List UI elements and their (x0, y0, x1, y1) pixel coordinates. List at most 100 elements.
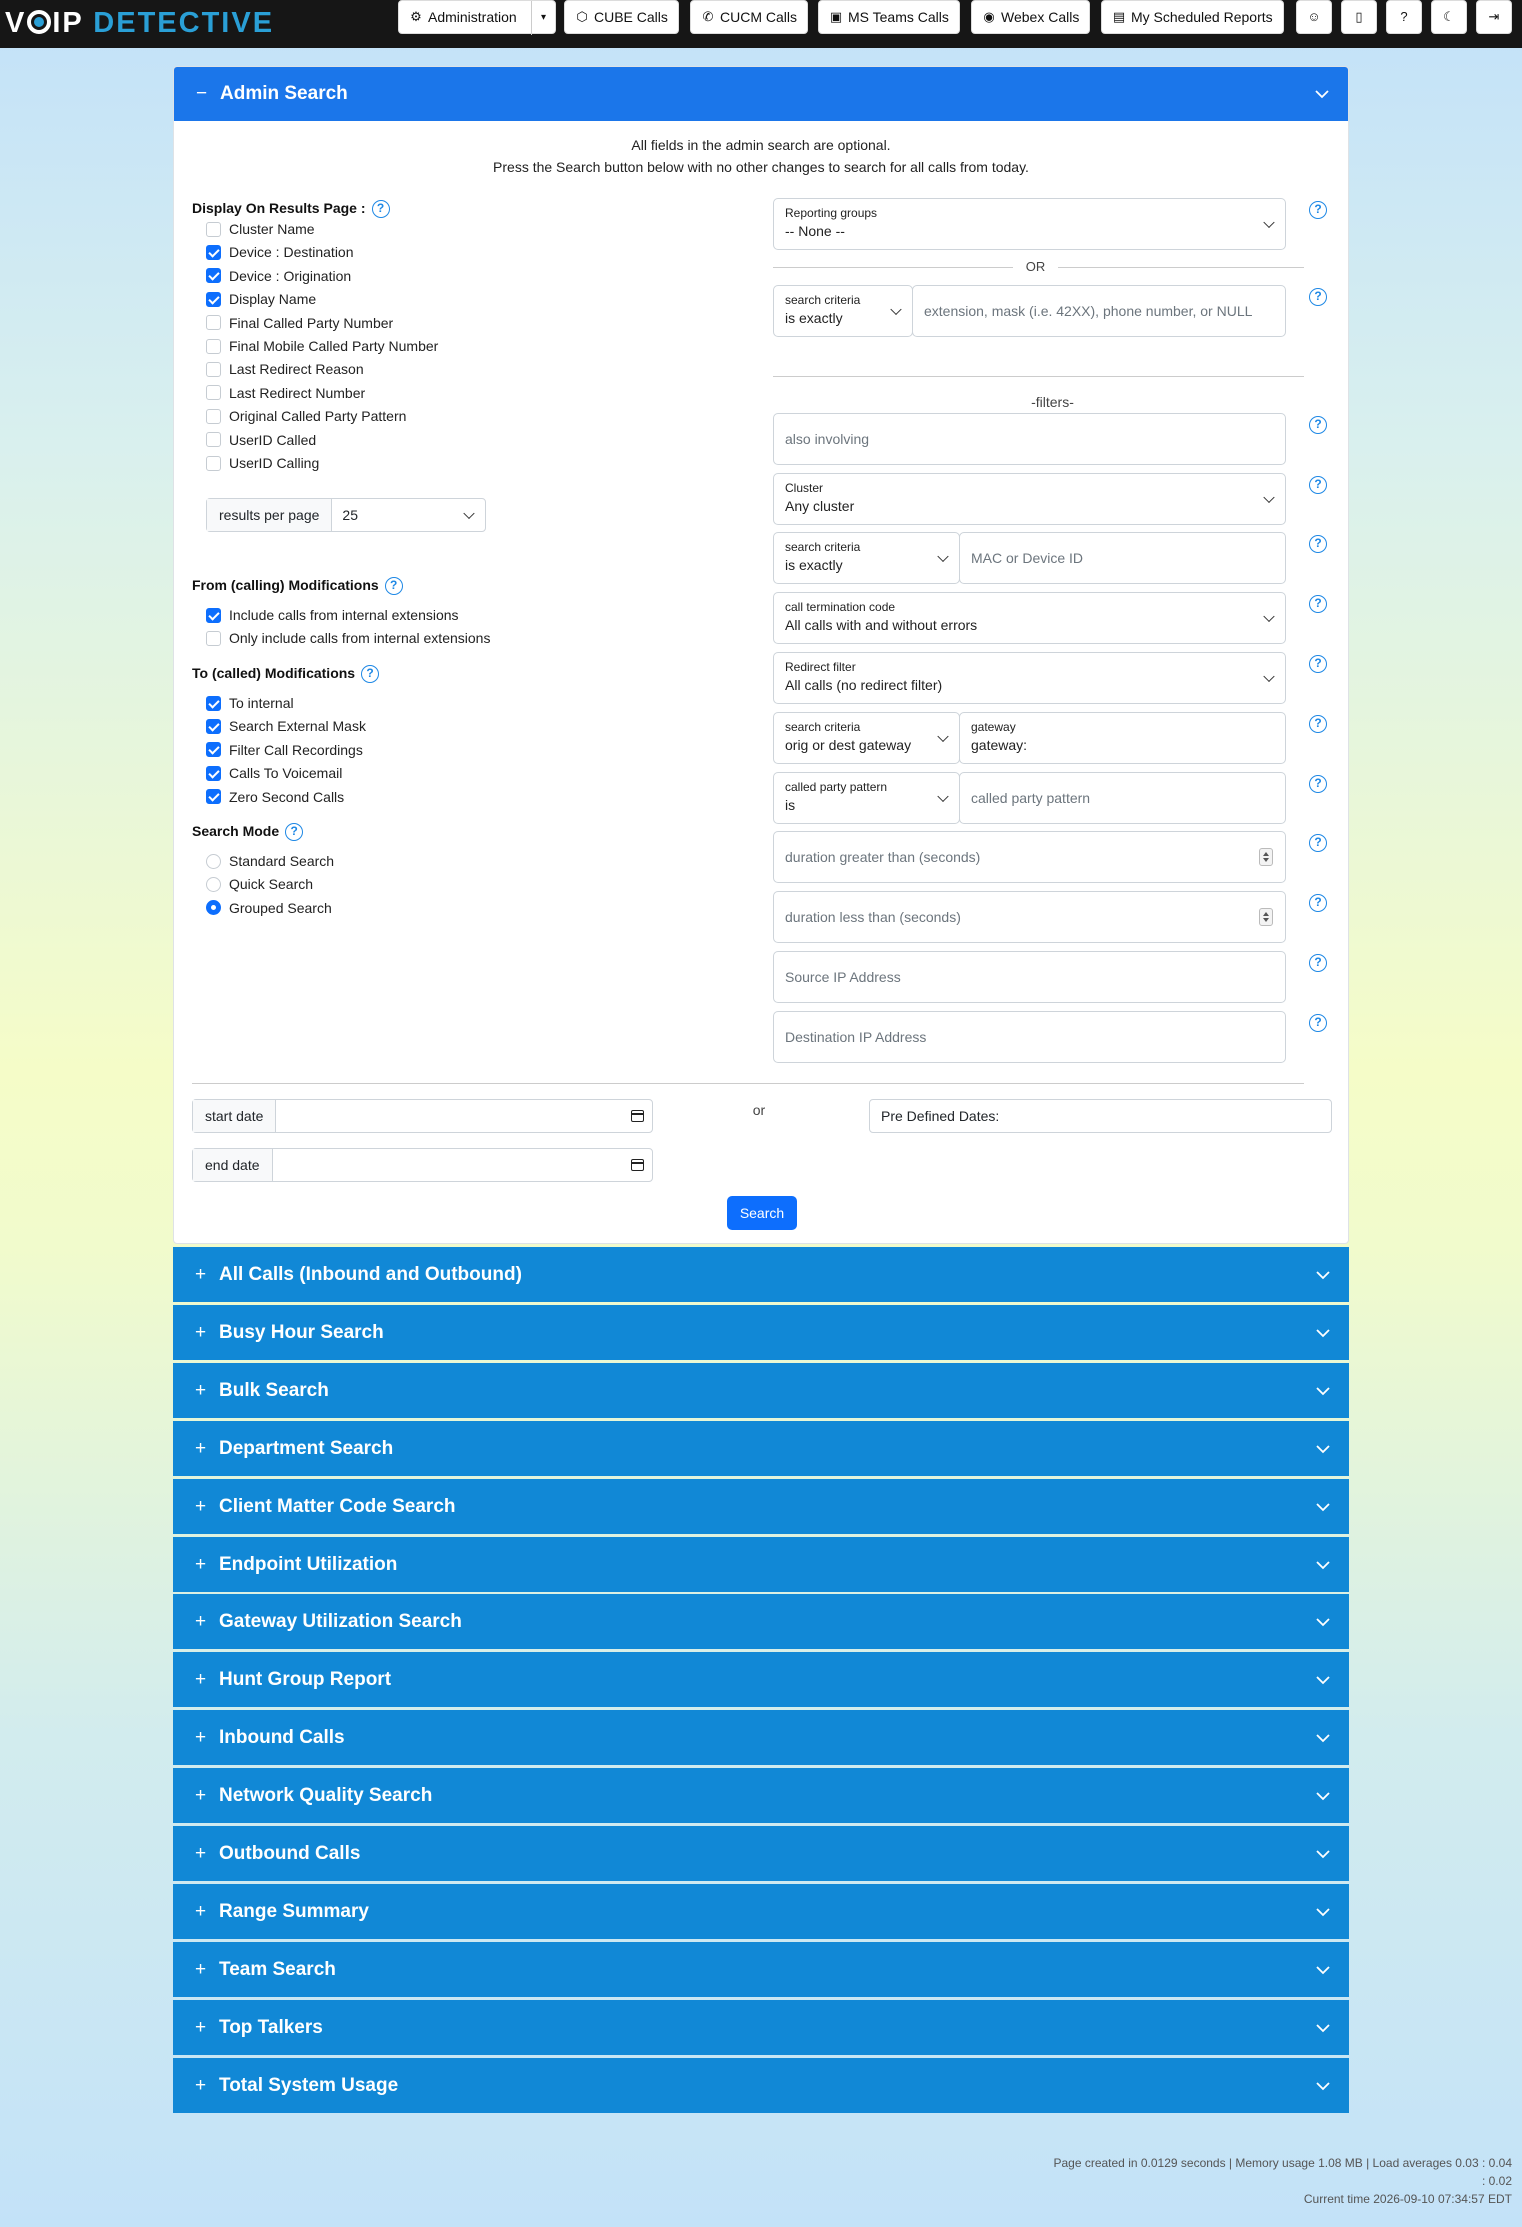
user-button[interactable]: ☺ (1296, 0, 1332, 34)
notes-button[interactable]: ▯ (1341, 0, 1377, 34)
call-termination-select[interactable]: call termination code All calls with and … (773, 592, 1286, 644)
help-icon[interactable]: ? (361, 665, 380, 683)
checkbox-display-options-7[interactable]: Last Redirect Number (206, 383, 365, 403)
checkbox-indicator[interactable] (206, 432, 221, 448)
checkbox-indicator[interactable] (206, 315, 221, 331)
extension-input[interactable]: extension, mask (i.e. 42XX), phone numbe… (912, 285, 1286, 337)
accordion-team-search[interactable]: + Team Search (173, 1941, 1349, 1997)
also-involving-input[interactable]: also involving (773, 413, 1286, 465)
checkbox-display-options-8[interactable]: Original Called Party Pattern (206, 406, 406, 426)
checkbox-indicator[interactable] (206, 291, 221, 307)
checkbox-display-options-3[interactable]: Display Name (206, 289, 316, 309)
radio-indicator[interactable] (206, 853, 221, 869)
help-icon[interactable]: ? (1309, 655, 1327, 673)
checkbox-indicator[interactable] (206, 718, 221, 734)
accordion-endpoint-utilization[interactable]: + Endpoint Utilization (173, 1536, 1349, 1592)
checkbox-indicator[interactable] (206, 607, 221, 623)
device-criteria-select[interactable]: search criteria is exactly (773, 532, 960, 584)
checkbox-display-options-2[interactable]: Device : Origination (206, 266, 351, 286)
accordion-busy-hour-search[interactable]: + Busy Hour Search (173, 1304, 1349, 1360)
search-button[interactable]: Search (727, 1196, 797, 1230)
accordion-department-search[interactable]: + Department Search (173, 1420, 1349, 1476)
checkbox-display-options-5[interactable]: Final Mobile Called Party Number (206, 336, 438, 356)
help-icon[interactable]: ? (1309, 595, 1327, 613)
radio-mode-options-2[interactable]: Grouped Search (206, 898, 332, 918)
calendar-icon[interactable] (631, 1159, 644, 1171)
cucm-calls-button[interactable]: ✆ CUCM Calls (690, 0, 808, 34)
accordion-all-calls-inbound-and-outbound[interactable]: + All Calls (Inbound and Outbound) (173, 1247, 1349, 1302)
help-icon[interactable]: ? (285, 823, 304, 841)
checkbox-indicator[interactable] (206, 244, 221, 260)
help-icon[interactable]: ? (1309, 894, 1327, 912)
help-icon[interactable]: ? (1309, 416, 1327, 434)
administration-button[interactable]: ⚙ Administration ▾ (398, 0, 556, 35)
radio-indicator[interactable] (206, 900, 221, 916)
accordion-inbound-calls[interactable]: + Inbound Calls (173, 1710, 1349, 1766)
accordion-outbound-calls[interactable]: + Outbound Calls (173, 1826, 1349, 1881)
destination-ip-input[interactable]: Destination IP Address (773, 1011, 1286, 1063)
checkbox-indicator[interactable] (206, 408, 221, 424)
accordion-total-system-usage[interactable]: + Total System Usage (173, 2057, 1349, 2113)
checkbox-indicator[interactable] (206, 455, 221, 471)
results-per-page-select[interactable]: 25 (332, 499, 485, 531)
called-party-pattern-input[interactable]: called party pattern (959, 772, 1286, 824)
radio-indicator[interactable] (206, 876, 221, 892)
radio-mode-options-0[interactable]: Standard Search (206, 851, 334, 871)
checkbox-indicator[interactable] (206, 765, 221, 781)
duration-less-input[interactable]: duration less than (seconds) (773, 891, 1286, 943)
checkbox-indicator[interactable] (206, 630, 221, 646)
help-icon[interactable]: ? (1309, 535, 1327, 553)
checkbox-indicator[interactable] (206, 361, 221, 377)
start-date-input[interactable] (276, 1100, 652, 1132)
duration-greater-input[interactable]: duration greater than (seconds) (773, 831, 1286, 883)
predefined-dates-select[interactable]: Pre Defined Dates: (869, 1099, 1332, 1133)
checkbox-indicator[interactable] (206, 385, 221, 401)
dark-mode-button[interactable]: ☾ (1431, 0, 1467, 34)
logout-button[interactable]: ⇥ (1476, 0, 1512, 34)
checkbox-to-options-2[interactable]: Filter Call Recordings (206, 740, 363, 760)
checkbox-to-options-0[interactable]: To internal (206, 693, 294, 713)
gateway-input[interactable]: gateway gateway: (959, 712, 1286, 764)
checkbox-to-options-3[interactable]: Calls To Voicemail (206, 763, 342, 783)
radio-mode-options-1[interactable]: Quick Search (206, 874, 313, 894)
accordion-top-talkers[interactable]: + Top Talkers (173, 1999, 1349, 2055)
checkbox-indicator[interactable] (206, 789, 221, 805)
help-icon[interactable]: ? (1309, 715, 1327, 733)
help-icon[interactable]: ? (371, 200, 390, 218)
checkbox-indicator[interactable] (206, 338, 221, 354)
checkbox-to-options-4[interactable]: Zero Second Calls (206, 787, 344, 807)
checkbox-display-options-10[interactable]: UserID Calling (206, 453, 319, 473)
my-scheduled-reports-button[interactable]: ▤ My Scheduled Reports (1101, 0, 1284, 34)
accordion-gateway-utilization-search[interactable]: + Gateway Utilization Search (173, 1594, 1349, 1650)
help-icon[interactable]: ? (1309, 201, 1327, 219)
help-button[interactable]: ? (1386, 0, 1422, 34)
help-icon[interactable]: ? (1309, 1014, 1327, 1032)
checkbox-indicator[interactable] (206, 695, 221, 711)
checkbox-indicator[interactable] (206, 221, 221, 237)
checkbox-indicator[interactable] (206, 742, 221, 758)
extension-criteria-select[interactable]: search criteria is exactly (773, 285, 913, 337)
cube-calls-button[interactable]: ⬡ CUBE Calls (564, 0, 679, 34)
admin-search-header[interactable]: − Admin Search (174, 67, 1348, 121)
help-icon[interactable]: ? (1309, 288, 1327, 306)
gateway-criteria-select[interactable]: search criteria orig or dest gateway (773, 712, 960, 764)
redirect-filter-select[interactable]: Redirect filter All calls (no redirect fi… (773, 652, 1286, 704)
accordion-network-quality-search[interactable]: + Network Quality Search (173, 1768, 1349, 1824)
accordion-range-summary[interactable]: + Range Summary (173, 1883, 1349, 1939)
checkbox-display-options-6[interactable]: Last Redirect Reason (206, 359, 364, 379)
source-ip-input[interactable]: Source IP Address (773, 951, 1286, 1003)
checkbox-display-options-9[interactable]: UserID Called (206, 430, 316, 450)
help-icon[interactable]: ? (1309, 775, 1327, 793)
webex-calls-button[interactable]: ◉ Webex Calls (971, 0, 1091, 34)
ms-teams-calls-button[interactable]: ▣ MS Teams Calls (818, 0, 960, 34)
brand-logo[interactable]: V IP DETECTIVE (5, 3, 274, 43)
help-icon[interactable]: ? (1309, 834, 1327, 852)
help-icon[interactable]: ? (1309, 954, 1327, 972)
accordion-client-matter-code-search[interactable]: + Client Matter Code Search (173, 1478, 1349, 1534)
called-party-criteria-select[interactable]: called party pattern is (773, 772, 960, 824)
accordion-hunt-group-report[interactable]: + Hunt Group Report (173, 1652, 1349, 1708)
device-id-input[interactable]: MAC or Device ID (959, 532, 1286, 584)
checkbox-to-options-1[interactable]: Search External Mask (206, 716, 366, 736)
reporting-groups-select[interactable]: Reporting groups -- None -- (773, 198, 1286, 250)
checkbox-display-options-0[interactable]: Cluster Name (206, 219, 315, 239)
